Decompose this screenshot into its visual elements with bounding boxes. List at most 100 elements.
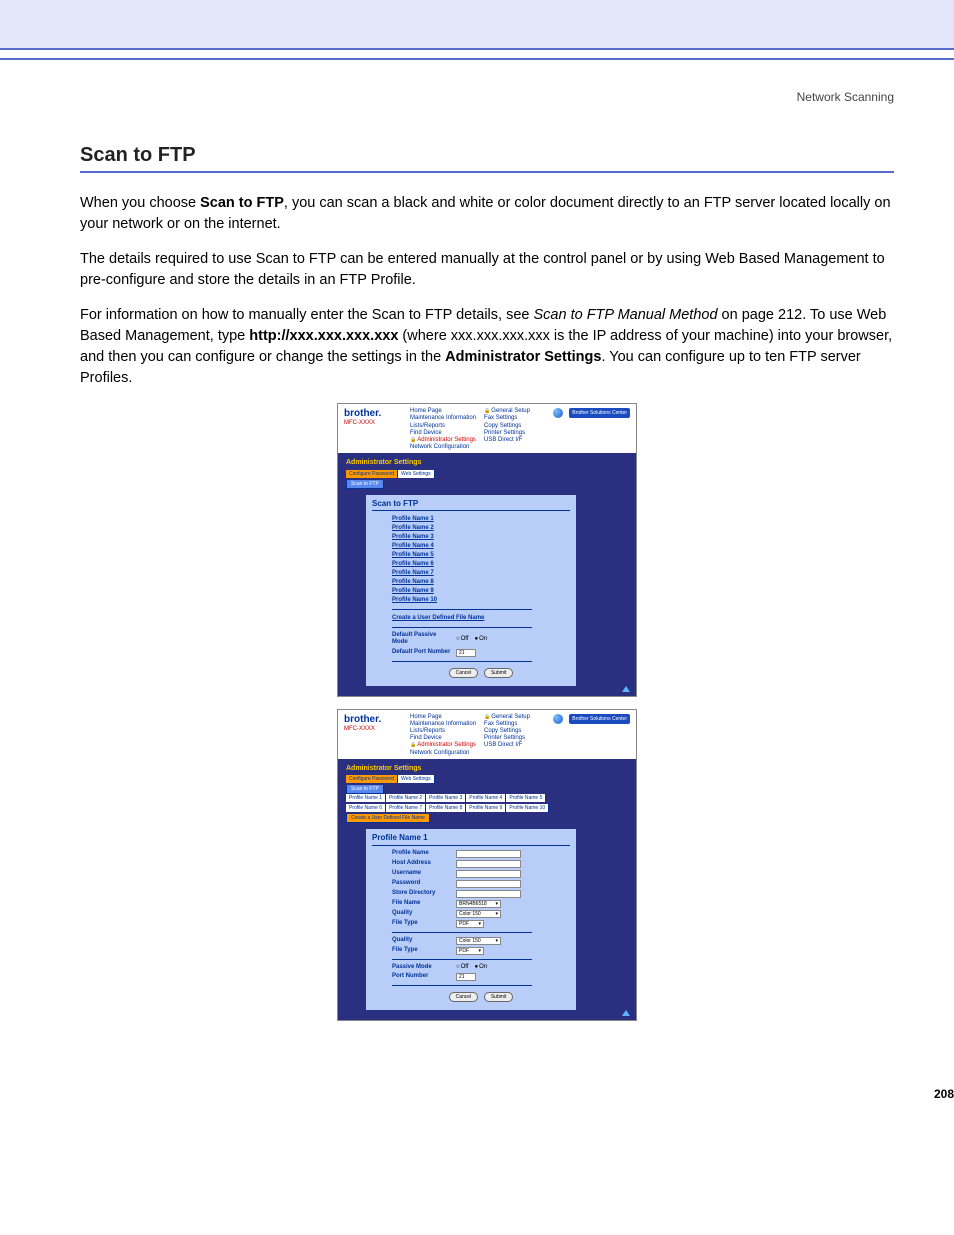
profile-tab-9[interactable]: Profile Name 9 bbox=[466, 804, 506, 812]
cancel-button[interactable]: Cancel bbox=[449, 992, 479, 1002]
passive-label: Passive Mode bbox=[392, 964, 452, 971]
file-type-select-2[interactable]: PDF bbox=[456, 947, 484, 955]
file-name-select[interactable]: BRN4B6518 bbox=[456, 900, 501, 908]
profile-tab-1[interactable]: Profile Name 1 bbox=[346, 794, 386, 802]
profile-tab-10[interactable]: Profile Name 10 bbox=[506, 804, 549, 812]
quality-label: Quality bbox=[392, 910, 452, 917]
solutions-center-button[interactable]: Brother Solutions Center bbox=[569, 408, 630, 418]
nav-printer[interactable]: Printer Settings bbox=[484, 735, 530, 742]
panel-body: Profile Name 1 Profile Name 2 Profile Na… bbox=[392, 515, 570, 677]
divider bbox=[392, 932, 532, 933]
profile-tab-6[interactable]: Profile Name 6 bbox=[346, 804, 386, 812]
nav-fax[interactable]: Fax Settings bbox=[484, 721, 530, 728]
profile-tab-5[interactable]: Profile Name 5 bbox=[506, 794, 546, 802]
solutions-center-button[interactable]: Brother Solutions Center bbox=[569, 714, 630, 724]
profile-tab-7[interactable]: Profile Name 7 bbox=[386, 804, 426, 812]
scroll-up-icon[interactable] bbox=[622, 686, 630, 692]
nav-copy[interactable]: Copy Settings bbox=[484, 728, 530, 735]
page-content: Network Scanning Scan to FTP When you ch… bbox=[0, 60, 954, 1091]
profile-link-1[interactable]: Profile Name 1 bbox=[392, 515, 570, 524]
profile-link-5[interactable]: Profile Name 5 bbox=[392, 551, 570, 560]
password-input[interactable] bbox=[456, 880, 521, 888]
page-number: 208 bbox=[934, 1087, 954, 1101]
nav-printer[interactable]: Printer Settings bbox=[484, 430, 530, 437]
tab-web-settings[interactable]: Web Settings bbox=[398, 775, 435, 783]
profile-name-input[interactable] bbox=[456, 850, 521, 858]
nav-copy[interactable]: Copy Settings bbox=[484, 423, 530, 430]
radio-off[interactable]: Off bbox=[456, 964, 469, 971]
nav-lists[interactable]: Lists/Reports bbox=[410, 728, 476, 735]
profile-tab-8[interactable]: Profile Name 8 bbox=[426, 804, 466, 812]
screenshot-scan-to-ftp-list: brother. MFC-XXXX Home Page Maintenance … bbox=[337, 403, 637, 696]
create-file-name-link[interactable]: Create a User Defined File Name bbox=[392, 614, 570, 623]
lock-icon: 🔒 bbox=[484, 408, 490, 414]
nav-general-row[interactable]: 🔒General Setup bbox=[484, 714, 530, 721]
shot-header: brother. MFC-XXXX Home Page Maintenance … bbox=[338, 710, 636, 759]
create-file-name-tab[interactable]: Create a User Defined File Name bbox=[346, 814, 430, 823]
nav-home[interactable]: Home Page bbox=[410, 408, 476, 415]
profile-tab-3[interactable]: Profile Name 3 bbox=[426, 794, 466, 802]
nav-find[interactable]: Find Device bbox=[410, 430, 476, 437]
nav-fax[interactable]: Fax Settings bbox=[484, 415, 530, 422]
divider bbox=[392, 609, 532, 610]
quality-select[interactable]: Color 150 bbox=[456, 910, 501, 918]
ip-url: http://xxx.xxx.xxx.xxx bbox=[249, 328, 398, 344]
username-input[interactable] bbox=[456, 870, 521, 878]
profile-link-10[interactable]: Profile Name 10 bbox=[392, 596, 570, 605]
nav-usb[interactable]: USB Direct I/F bbox=[484, 437, 530, 444]
nav-network[interactable]: Network Configuration bbox=[410, 444, 476, 451]
nav-col-2: 🔒General Setup Fax Settings Copy Setting… bbox=[484, 714, 530, 757]
tab-configure-password[interactable]: Configure Password bbox=[346, 470, 398, 478]
tab-configure-password[interactable]: Configure Password bbox=[346, 775, 398, 783]
store-input[interactable] bbox=[456, 890, 521, 898]
logo-block: brother. MFC-XXXX bbox=[344, 714, 404, 733]
radio-off[interactable]: Off bbox=[456, 636, 469, 643]
profile-name-label: Profile Name bbox=[392, 850, 452, 857]
nav-network[interactable]: Network Configuration bbox=[410, 750, 476, 757]
quality-select-2[interactable]: Color 150 bbox=[456, 937, 501, 945]
nav-home[interactable]: Home Page bbox=[410, 714, 476, 721]
host-input[interactable] bbox=[456, 860, 521, 868]
file-type-select[interactable]: PDF bbox=[456, 920, 484, 928]
profile-link-9[interactable]: Profile Name 9 bbox=[392, 587, 570, 596]
nav-general: General Setup bbox=[491, 408, 530, 414]
port-input[interactable]: 21 bbox=[456, 973, 476, 981]
nav-col-2: 🔒General Setup Fax Settings Copy Setting… bbox=[484, 408, 530, 451]
profile-link-3[interactable]: Profile Name 3 bbox=[392, 533, 570, 542]
file-name-label: File Name bbox=[392, 900, 452, 907]
passive-radios[interactable]: Off On bbox=[456, 964, 487, 971]
profile-tab-4[interactable]: Profile Name 4 bbox=[466, 794, 506, 802]
passive-radios[interactable]: Off On bbox=[456, 636, 487, 643]
top-bar bbox=[0, 0, 954, 50]
intro-paragraph-1: When you choose Scan to FTP, you can sca… bbox=[80, 193, 894, 235]
subtab-scan-to-ftp[interactable]: Scan to FTP bbox=[346, 480, 384, 489]
lock-icon: 🔒 bbox=[410, 437, 416, 443]
profile-link-7[interactable]: Profile Name 7 bbox=[392, 569, 570, 578]
radio-on[interactable]: On bbox=[475, 964, 488, 971]
tab-web-settings[interactable]: Web Settings bbox=[398, 470, 435, 478]
nav-maintenance[interactable]: Maintenance Information bbox=[410, 721, 476, 728]
nav-lists[interactable]: Lists/Reports bbox=[410, 423, 476, 430]
subtab-scan-to-ftp[interactable]: Scan to FTP bbox=[346, 785, 384, 794]
nav-admin-row[interactable]: 🔒Administrator Settings bbox=[410, 437, 476, 444]
cancel-button[interactable]: Cancel bbox=[449, 668, 479, 678]
nav-maintenance[interactable]: Maintenance Information bbox=[410, 415, 476, 422]
nav-admin: Administrator Settings bbox=[417, 437, 476, 443]
store-label: Store Directory bbox=[392, 890, 452, 897]
profile-tab-2[interactable]: Profile Name 2 bbox=[386, 794, 426, 802]
globe-icon bbox=[553, 714, 563, 724]
port-label: Default Port Number bbox=[392, 649, 452, 656]
profile-link-4[interactable]: Profile Name 4 bbox=[392, 542, 570, 551]
nav-admin-row[interactable]: 🔒Administrator Settings bbox=[410, 742, 476, 749]
nav-usb[interactable]: USB Direct I/F bbox=[484, 742, 530, 749]
nav-general-row[interactable]: 🔒General Setup bbox=[484, 408, 530, 415]
profile-link-2[interactable]: Profile Name 2 bbox=[392, 524, 570, 533]
submit-button[interactable]: Submit bbox=[484, 992, 514, 1002]
port-input[interactable]: 21 bbox=[456, 649, 476, 657]
scroll-up-icon[interactable] bbox=[622, 1010, 630, 1016]
submit-button[interactable]: Submit bbox=[484, 668, 514, 678]
text: For information on how to manually enter… bbox=[80, 307, 534, 323]
radio-on[interactable]: On bbox=[475, 636, 488, 643]
profile-link-6[interactable]: Profile Name 6 bbox=[392, 560, 570, 569]
profile-link-8[interactable]: Profile Name 8 bbox=[392, 578, 570, 587]
